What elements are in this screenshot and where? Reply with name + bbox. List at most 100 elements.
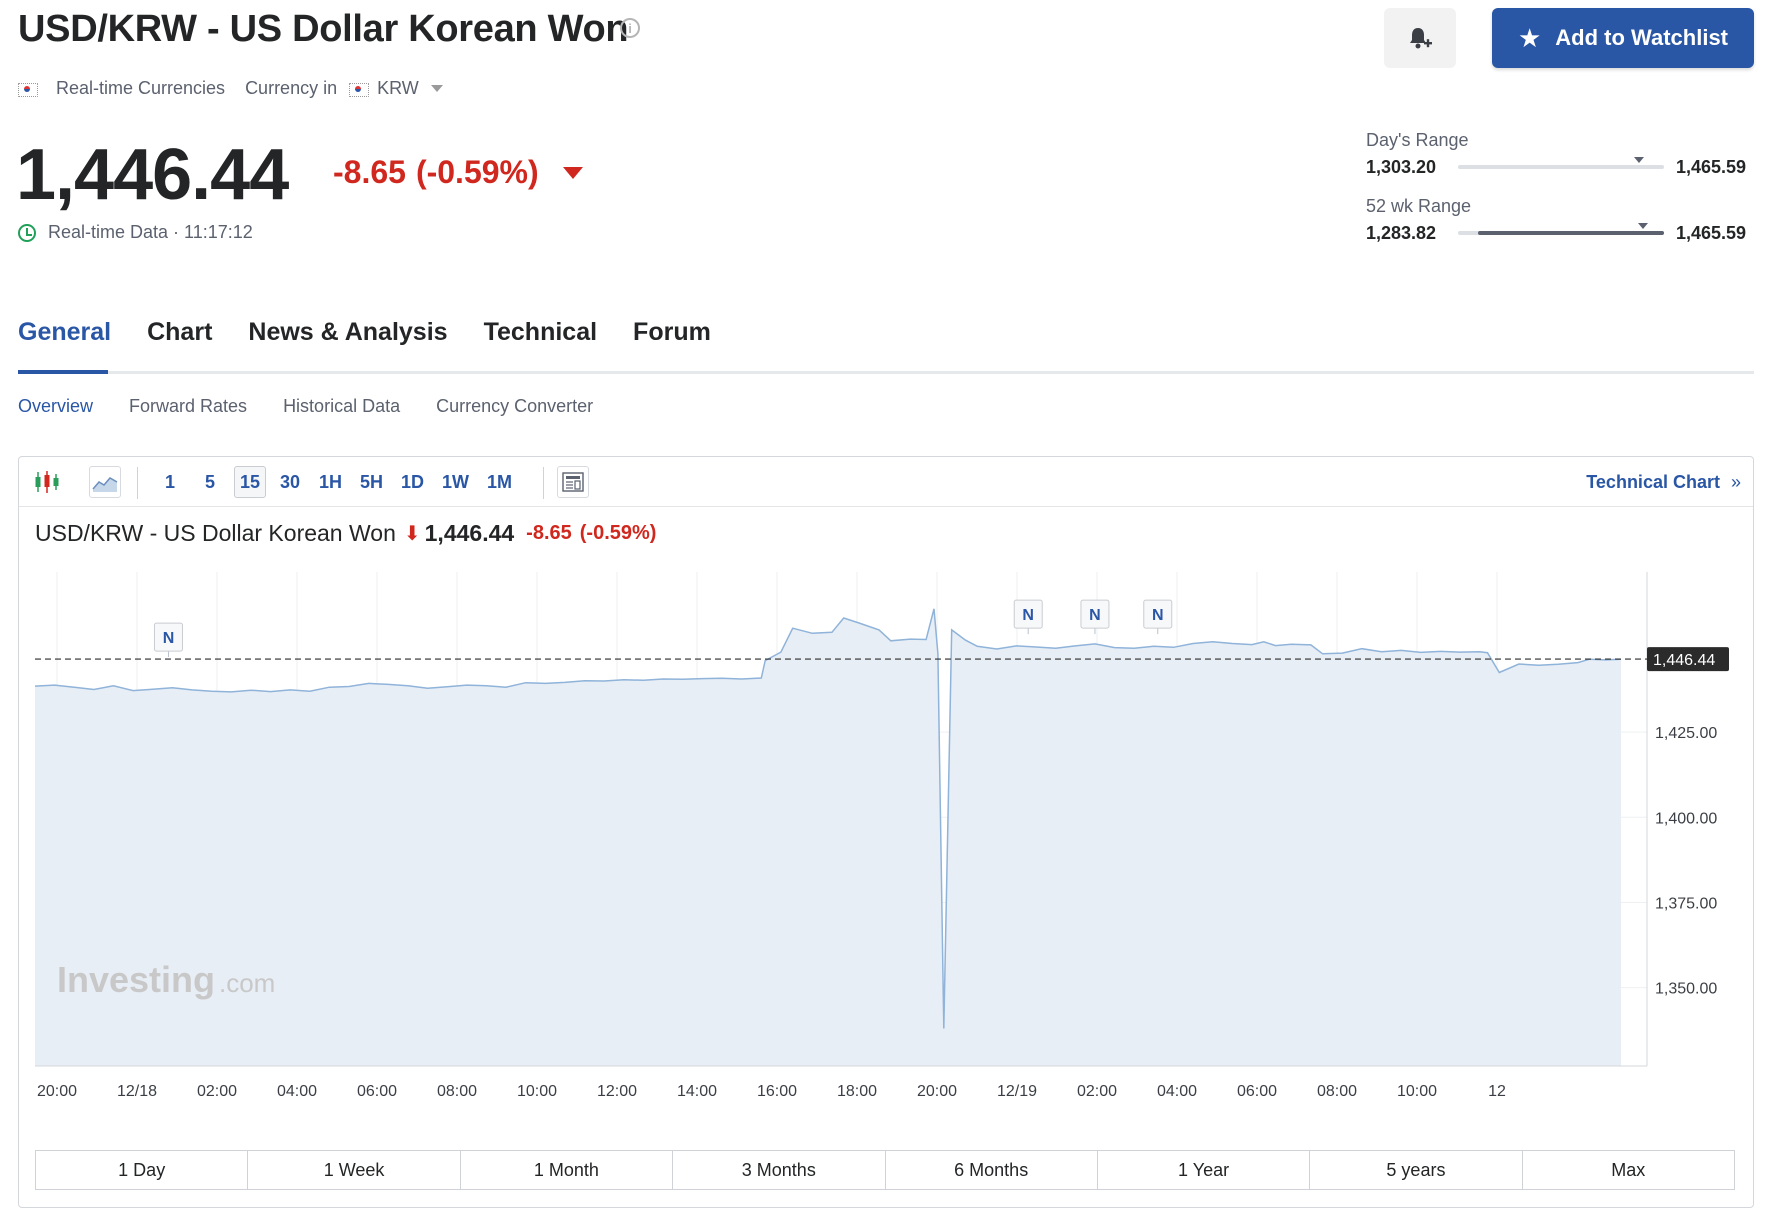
instrument-meta: Real-time Currencies Currency in KRW	[18, 78, 443, 99]
last-price: 1,446.44	[16, 135, 289, 215]
price-alert-button[interactable]	[1384, 8, 1456, 68]
period-6-months[interactable]: 6 Months	[886, 1151, 1098, 1189]
down-arrow-icon: ⬇	[403, 523, 421, 545]
tab-chart[interactable]: Chart	[147, 318, 212, 347]
y-tick-label: 1,350.00	[1655, 981, 1717, 998]
interval-1w[interactable]: 1W	[437, 466, 474, 498]
chart-toolbar: 1 5 15 30 1H 5H 1D 1W 1M Technical Chart…	[19, 457, 1753, 507]
x-tick-label: 12/18	[117, 1083, 157, 1100]
interval-30[interactable]: 30	[274, 466, 306, 498]
page-title: USD/KRW - US Dollar Korean Won	[18, 8, 629, 50]
y-tick-label: 1,375.00	[1655, 895, 1717, 912]
x-tick-label: 12/19	[997, 1083, 1037, 1100]
clock-icon	[18, 223, 36, 242]
subtab-forward-rates[interactable]: Forward Rates	[129, 396, 247, 417]
subtab-currency-converter[interactable]: Currency Converter	[436, 396, 593, 417]
wk52-range-bar	[1458, 223, 1664, 235]
subtab-overview[interactable]: Overview	[18, 396, 93, 417]
double-chevron-right-icon: »	[1730, 472, 1741, 492]
sub-tabs: Overview Forward Rates Historical Data C…	[18, 396, 593, 417]
add-to-watchlist-button[interactable]: ★ Add to Watchlist	[1492, 8, 1754, 68]
news-marker-label: N	[1089, 607, 1101, 624]
korea-flag-icon	[349, 82, 370, 97]
interval-1m[interactable]: 1M	[482, 466, 517, 498]
days-range-marker	[1634, 157, 1645, 163]
investing-watermark: Investing	[57, 959, 215, 1000]
info-icon[interactable]: i	[620, 18, 640, 38]
news-marker-label: N	[1152, 607, 1164, 624]
interval-selector: 1 5 15 30 1H 5H 1D 1W 1M	[154, 466, 517, 498]
chart-price: 1,446.44	[424, 520, 515, 546]
period-1-day[interactable]: 1 Day	[36, 1151, 249, 1189]
wk52-range-label: 52 wk Range	[1366, 196, 1472, 216]
x-tick-label: 10:00	[517, 1083, 557, 1100]
x-tick-label: 12:00	[597, 1083, 637, 1100]
star-icon: ★	[1517, 22, 1542, 53]
x-tick-label: 12	[1488, 1083, 1506, 1100]
x-tick-label: 04:00	[1157, 1083, 1197, 1100]
wk52-range-marker	[1638, 223, 1649, 229]
period-selector: 1 Day 1 Week 1 Month 3 Months 6 Months 1…	[35, 1150, 1735, 1190]
tab-forum[interactable]: Forum	[633, 318, 711, 347]
main-tabs: General Chart News & Analysis Technical …	[18, 318, 711, 347]
interval-1h[interactable]: 1H	[314, 466, 347, 498]
tab-general[interactable]: General	[18, 318, 111, 347]
change-percent: (-0.59%)	[415, 154, 539, 190]
period-max[interactable]: Max	[1523, 1151, 1734, 1189]
x-tick-label: 04:00	[277, 1083, 317, 1100]
price-change: -8.65 (-0.59%)	[333, 154, 583, 191]
x-tick-label: 02:00	[197, 1083, 237, 1100]
currency-selector[interactable]: KRW	[377, 78, 419, 99]
period-1-year[interactable]: 1 Year	[1098, 1151, 1311, 1189]
y-tick-label: 1,400.00	[1655, 810, 1717, 827]
x-tick-label: 14:00	[677, 1083, 717, 1100]
realtime-status: Real-time Data · 11:17:12	[18, 222, 253, 243]
wk52-range-fill	[1478, 231, 1664, 235]
period-1-month[interactable]: 1 Month	[461, 1151, 674, 1189]
days-range-low: 1,303.20	[1366, 157, 1437, 177]
days-range-label: Day's Range	[1366, 130, 1469, 150]
chart-change-percent: (-0.59%)	[579, 522, 657, 544]
realtime-label: Real-time Data · 11:17:12	[48, 222, 253, 242]
interval-1d[interactable]: 1D	[396, 466, 429, 498]
x-tick-label: 20:00	[917, 1083, 957, 1100]
candlestick-icon[interactable]	[31, 466, 63, 498]
tabs-divider	[18, 371, 1754, 374]
period-5-years[interactable]: 5 years	[1310, 1151, 1523, 1189]
chevron-down-icon[interactable]	[430, 85, 443, 92]
tab-technical[interactable]: Technical	[484, 318, 597, 347]
x-tick-label: 16:00	[757, 1083, 797, 1100]
interval-1[interactable]: 1	[154, 466, 186, 498]
interval-5[interactable]: 5	[194, 466, 226, 498]
news-overlay-icon[interactable]	[557, 466, 589, 498]
korea-flag-icon	[18, 82, 38, 97]
x-tick-label: 18:00	[837, 1083, 877, 1100]
x-tick-label: 10:00	[1397, 1083, 1437, 1100]
y-tick-label: 1,425.00	[1655, 725, 1717, 742]
price-chart[interactable]: 1,425.00 1,400.00 1,375.00 1,350.00 1,446.44…	[35, 572, 1735, 1102]
technical-chart-link[interactable]: Technical Chart »	[1586, 472, 1741, 493]
interval-15[interactable]: 15	[234, 466, 266, 498]
interval-5h[interactable]: 5H	[355, 466, 388, 498]
area-chart-icon[interactable]	[89, 466, 121, 498]
x-tick-label: 06:00	[357, 1083, 397, 1100]
chart-legend: USD/KRW - US Dollar Korean Won ⬇ 1,446.4…	[35, 520, 656, 547]
period-1-week[interactable]: 1 Week	[248, 1151, 461, 1189]
chart-instrument-name: USD/KRW - US Dollar Korean Won	[35, 520, 396, 546]
x-tick-label: 08:00	[437, 1083, 477, 1100]
days-range-bar	[1458, 157, 1664, 169]
tab-news-analysis[interactable]: News & Analysis	[248, 318, 447, 347]
down-triangle-icon	[562, 166, 583, 179]
subtab-historical-data[interactable]: Historical Data	[283, 396, 400, 417]
investing-watermark-suffix: .com	[219, 968, 275, 998]
wk52-range-high: 1,465.59	[1676, 223, 1747, 243]
news-marker-label: N	[163, 630, 175, 647]
currency-label: Currency in	[245, 78, 338, 98]
change-value: -8.65	[333, 154, 406, 190]
market-type: Real-time Currencies	[56, 78, 226, 98]
period-3-months[interactable]: 3 Months	[673, 1151, 886, 1189]
x-tick-label: 06:00	[1237, 1083, 1277, 1100]
chart-change: -8.65	[526, 522, 572, 544]
x-tick-label: 20:00	[37, 1083, 77, 1100]
news-marker-label: N	[1022, 607, 1034, 624]
